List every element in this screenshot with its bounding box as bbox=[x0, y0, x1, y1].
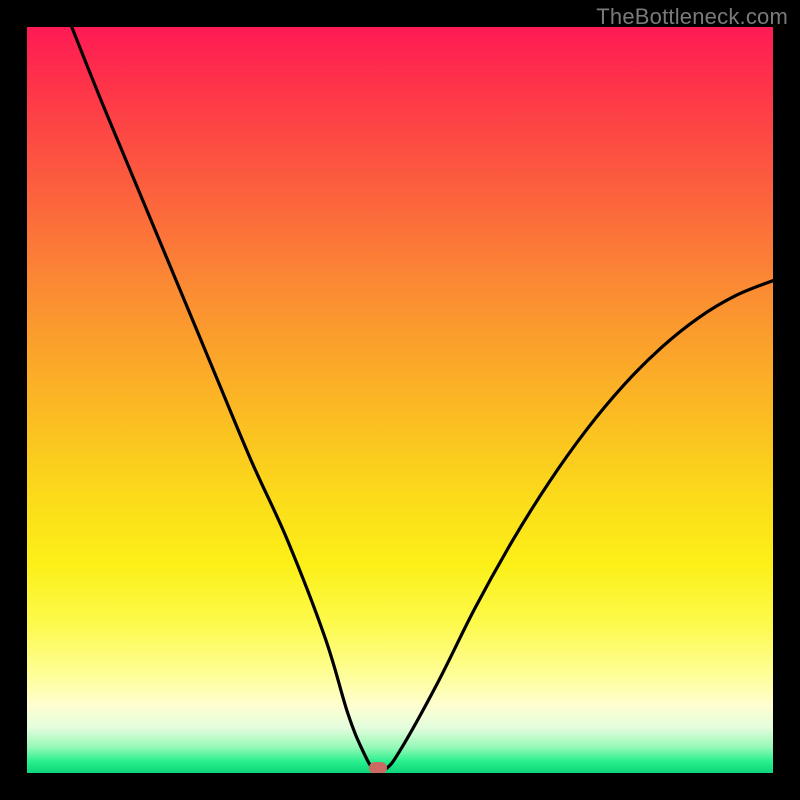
bottleneck-curve-path bbox=[72, 27, 773, 772]
plot-area bbox=[27, 27, 773, 773]
minimum-marker bbox=[369, 762, 387, 773]
watermark-text: TheBottleneck.com bbox=[596, 4, 788, 30]
chart-frame: TheBottleneck.com bbox=[0, 0, 800, 800]
curve-svg bbox=[27, 27, 773, 773]
